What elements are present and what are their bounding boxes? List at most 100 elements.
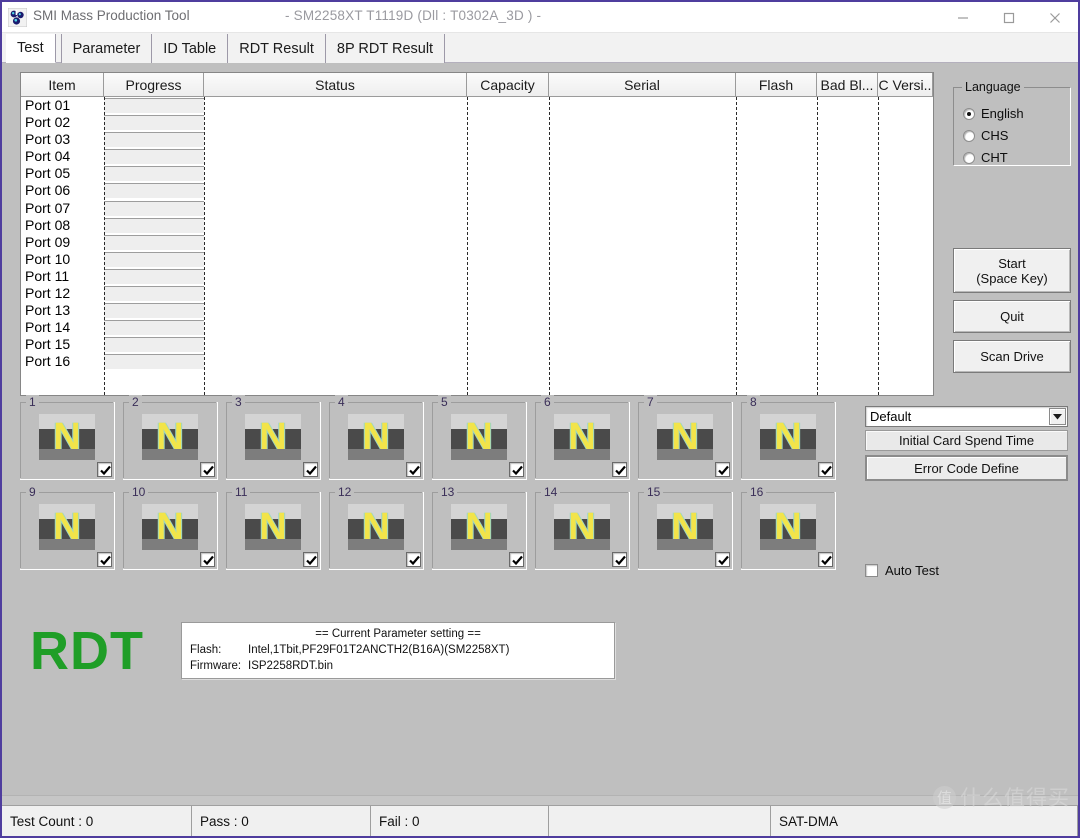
table-row[interactable]: Port 08 <box>21 217 933 234</box>
tab-label: 8P RDT Result <box>336 40 434 57</box>
port-tile-checkbox[interactable] <box>509 462 524 477</box>
port-tile-checkbox[interactable] <box>818 462 833 477</box>
port-tile-number: 7 <box>644 395 657 409</box>
close-button[interactable] <box>1032 2 1078 33</box>
chevron-down-icon[interactable] <box>1049 408 1066 425</box>
port-tile-checkbox[interactable] <box>97 552 112 567</box>
tab-parameter[interactable]: Parameter <box>60 34 153 63</box>
table-row[interactable]: Port 06 <box>21 182 933 199</box>
table-row[interactable]: Port 04 <box>21 148 933 165</box>
port-tile-checkbox[interactable] <box>200 462 215 477</box>
maximize-button[interactable] <box>986 2 1032 33</box>
scan-drive-button-label: Scan Drive <box>980 349 1044 364</box>
port-tile-checkbox[interactable] <box>200 552 215 567</box>
column-header-label: IC Versi... <box>878 76 933 93</box>
port-tile[interactable]: 14 N <box>535 485 630 570</box>
column-header[interactable]: Flash <box>736 73 817 96</box>
no-drive-icon: N <box>142 504 198 550</box>
port-tile-letter: N <box>362 506 390 548</box>
port-tile-letter: N <box>671 416 699 458</box>
column-header[interactable]: Bad Bl... <box>817 73 878 96</box>
port-tile[interactable]: 7N <box>638 395 733 480</box>
port-tile-letter: N <box>568 506 596 548</box>
tab-8p-rdt-result[interactable]: 8P RDT Result <box>324 34 446 63</box>
language-option-english[interactable]: English <box>963 106 1024 121</box>
table-row[interactable]: Port 14 <box>21 319 933 336</box>
port-tile-checkbox[interactable] <box>612 462 627 477</box>
port-tile[interactable]: 3N <box>226 395 321 480</box>
port-tile-letter: N <box>774 416 802 458</box>
column-header-label: Progress <box>125 76 182 93</box>
table-row[interactable]: Port 09 <box>21 234 933 251</box>
start-button[interactable]: Start (Space Key) <box>953 248 1071 293</box>
quit-button[interactable]: Quit <box>953 300 1071 333</box>
check-icon <box>615 465 626 476</box>
table-row[interactable]: Port 07 <box>21 200 933 217</box>
check-icon <box>203 465 214 476</box>
port-tile[interactable]: 13 N <box>432 485 527 570</box>
table-row[interactable]: Port 02 <box>21 114 933 131</box>
table-row[interactable]: Port 11 <box>21 268 933 285</box>
cell-item: Port 14 <box>25 319 71 336</box>
language-option-chs[interactable]: CHS <box>963 128 1008 143</box>
check-icon <box>512 465 523 476</box>
tab-test[interactable]: Test <box>6 34 56 63</box>
initial-card-spend-time-button[interactable]: Initial Card Spend Time <box>865 430 1068 451</box>
port-tile[interactable]: 12 N <box>329 485 424 570</box>
port-tile[interactable]: 15 N <box>638 485 733 570</box>
table-row[interactable]: Port 13 <box>21 302 933 319</box>
port-table[interactable]: Item Progress Status Capacity Serial Flash Bad… <box>20 72 934 396</box>
table-row[interactable]: Port 12 <box>21 285 933 302</box>
port-tile[interactable]: 11 N <box>226 485 321 570</box>
auto-test-checkbox[interactable]: Auto Test <box>865 563 939 578</box>
table-row[interactable]: Port 05 <box>21 165 933 182</box>
language-option-label: English <box>981 106 1024 121</box>
port-tile[interactable]: 16 N <box>741 485 836 570</box>
language-option-cht[interactable]: CHT <box>963 150 1008 165</box>
port-tile-checkbox[interactable] <box>715 462 730 477</box>
cell-progress <box>104 286 204 302</box>
error-code-define-button[interactable]: Error Code Define <box>865 455 1068 481</box>
port-tile[interactable]: 2N <box>123 395 218 480</box>
scan-drive-button[interactable]: Scan Drive <box>953 340 1071 373</box>
port-tile-checkbox[interactable] <box>818 552 833 567</box>
column-header[interactable]: Capacity <box>467 73 549 96</box>
tab-id-table[interactable]: ID Table <box>151 34 229 63</box>
table-row[interactable]: Port 15 <box>21 336 933 353</box>
cell-progress <box>104 149 204 165</box>
port-tile[interactable]: 6N <box>535 395 630 480</box>
column-header[interactable]: Item <box>21 73 104 96</box>
tab-rdt-result[interactable]: RDT Result <box>227 34 326 63</box>
column-header[interactable]: Status <box>204 73 467 96</box>
port-tile-checkbox[interactable] <box>612 552 627 567</box>
column-header[interactable]: Progress <box>104 73 204 96</box>
port-tile-checkbox[interactable] <box>406 462 421 477</box>
port-tile-checkbox[interactable] <box>509 552 524 567</box>
port-tile-checkbox[interactable] <box>406 552 421 567</box>
table-row[interactable]: Port 01 <box>21 97 933 114</box>
port-tile[interactable]: 9N <box>20 485 115 570</box>
port-tile[interactable]: 10 N <box>123 485 218 570</box>
table-row[interactable]: Port 16 <box>21 353 933 370</box>
port-tile-number: 15 <box>644 485 664 499</box>
table-row[interactable]: Port 10 <box>21 251 933 268</box>
column-header[interactable]: IC Versi... <box>878 73 933 96</box>
table-row[interactable]: Port 03 <box>21 131 933 148</box>
start-button-hint: (Space Key) <box>976 270 1048 286</box>
cell-item: Port 13 <box>25 302 71 319</box>
port-tile-checkbox[interactable] <box>97 462 112 477</box>
port-tile-letter: N <box>568 416 596 458</box>
port-tile-checkbox[interactable] <box>715 552 730 567</box>
port-tile[interactable]: 1N <box>20 395 115 480</box>
parameter-flash-line: Flash: Intel,1Tbit,PF29F01T2ANCTH2(B16A)(… <box>190 644 509 656</box>
preset-dropdown[interactable]: Default <box>865 406 1068 427</box>
cell-item: Port 10 <box>25 250 71 267</box>
minimize-button[interactable] <box>940 2 986 33</box>
port-tile-number: 5 <box>438 395 451 409</box>
port-tile-checkbox[interactable] <box>303 552 318 567</box>
port-tile[interactable]: 5N <box>432 395 527 480</box>
column-header[interactable]: Serial <box>549 73 736 96</box>
port-tile[interactable]: 8N <box>741 395 836 480</box>
port-tile-checkbox[interactable] <box>303 462 318 477</box>
port-tile[interactable]: 4N <box>329 395 424 480</box>
